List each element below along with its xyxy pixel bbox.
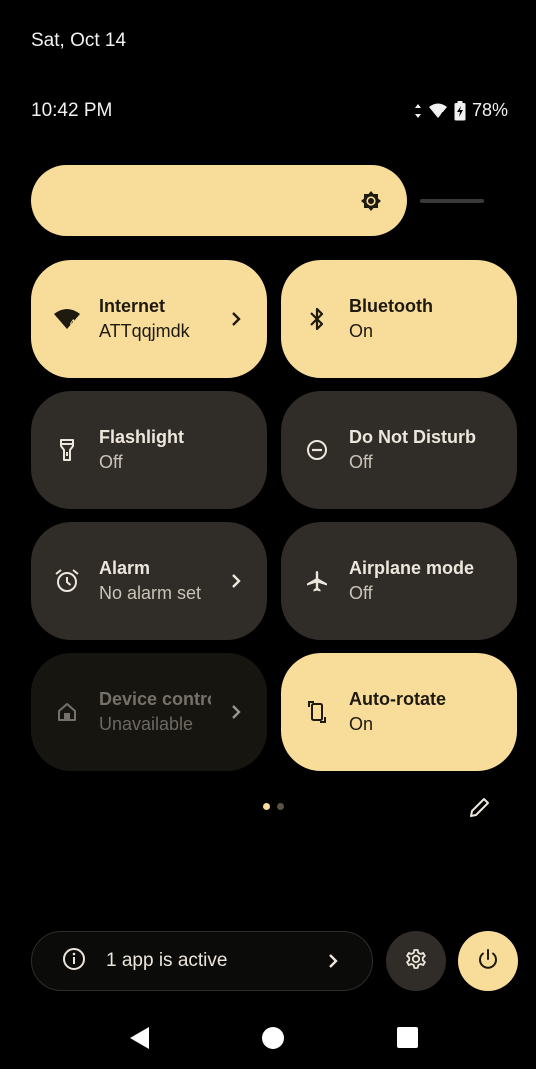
tile-label: Flashlight — [99, 427, 184, 447]
tile-label: Device controls — [99, 689, 211, 709]
tile-internet[interactable]: 4 Internet ATTqqjmdk — [31, 260, 267, 378]
tile-flashlight[interactable]: Flashlight Off — [31, 391, 267, 509]
tile-label: Internet — [99, 296, 166, 316]
tile-auto-rotate[interactable]: Auto-rotate On — [281, 653, 517, 771]
settings-button[interactable] — [386, 931, 446, 991]
data-arrows-icon — [414, 103, 422, 119]
chevron-right-icon[interactable] — [229, 573, 243, 589]
tile-state: Off — [349, 452, 373, 472]
chevron-right-icon[interactable] — [229, 311, 243, 327]
flashlight-icon — [53, 436, 81, 464]
wifi-icon: 4 — [428, 103, 448, 119]
tile-label: Do Not Disturb — [349, 427, 476, 447]
time-label: 10:42 PM — [31, 100, 113, 121]
tile-state: On — [349, 714, 374, 734]
wifi-icon: 4 — [53, 305, 81, 333]
nav-home-button[interactable] — [262, 1027, 284, 1049]
home-icon — [53, 698, 81, 726]
date-label: Sat, Oct 14 — [31, 30, 127, 51]
tile-label: Bluetooth — [349, 296, 433, 316]
tile-state: Off — [99, 452, 123, 472]
tile-state: On — [349, 321, 374, 341]
bluetooth-icon — [303, 305, 331, 333]
do-not-disturb-icon — [303, 436, 331, 464]
airplane-icon — [303, 567, 331, 595]
nav-back-button[interactable] — [129, 1026, 151, 1055]
page-indicator-inactive — [277, 803, 284, 810]
chevron-right-icon — [326, 953, 340, 974]
brightness-slider[interactable] — [31, 165, 407, 236]
svg-text:4: 4 — [440, 112, 444, 119]
power-icon — [476, 947, 500, 976]
tile-label: Airplane mode — [349, 558, 475, 578]
gear-icon — [404, 947, 428, 976]
active-apps-label: 1 app is active — [106, 950, 228, 971]
page-indicator-active — [263, 803, 270, 810]
battery-percent: 78% — [471, 100, 508, 120]
tile-label: Auto-rotate — [349, 689, 446, 709]
svg-text:4: 4 — [70, 318, 75, 328]
brightness-track[interactable] — [420, 199, 484, 203]
rotate-icon — [303, 698, 331, 726]
active-apps-button[interactable]: 1 app is active — [31, 931, 373, 991]
chevron-right-icon[interactable] — [229, 704, 243, 720]
edit-pencil-icon[interactable] — [466, 795, 492, 821]
tile-state: ATTqqjmdk — [99, 321, 190, 341]
tile-state: No alarm set — [99, 583, 202, 603]
tile-label: Alarm — [99, 558, 151, 578]
battery-charging-icon — [454, 100, 466, 121]
brightness-icon — [359, 189, 383, 213]
info-icon — [62, 947, 86, 976]
tile-state: Off — [349, 583, 373, 603]
tile-alarm[interactable]: Alarm No alarm set — [31, 522, 267, 640]
tile-device-controls[interactable]: Device controls Unavailable — [31, 653, 267, 771]
tile-airplane-mode[interactable]: Airplane mode Off — [281, 522, 517, 640]
alarm-icon — [53, 567, 81, 595]
power-button[interactable] — [458, 931, 518, 991]
nav-recents-button[interactable] — [397, 1027, 418, 1048]
tile-bluetooth[interactable]: Bluetooth On — [281, 260, 517, 378]
status-icons: 4 78% — [414, 100, 508, 121]
tile-do-not-disturb[interactable]: Do Not Disturb Off — [281, 391, 517, 509]
tile-state: Unavailable — [99, 714, 194, 734]
